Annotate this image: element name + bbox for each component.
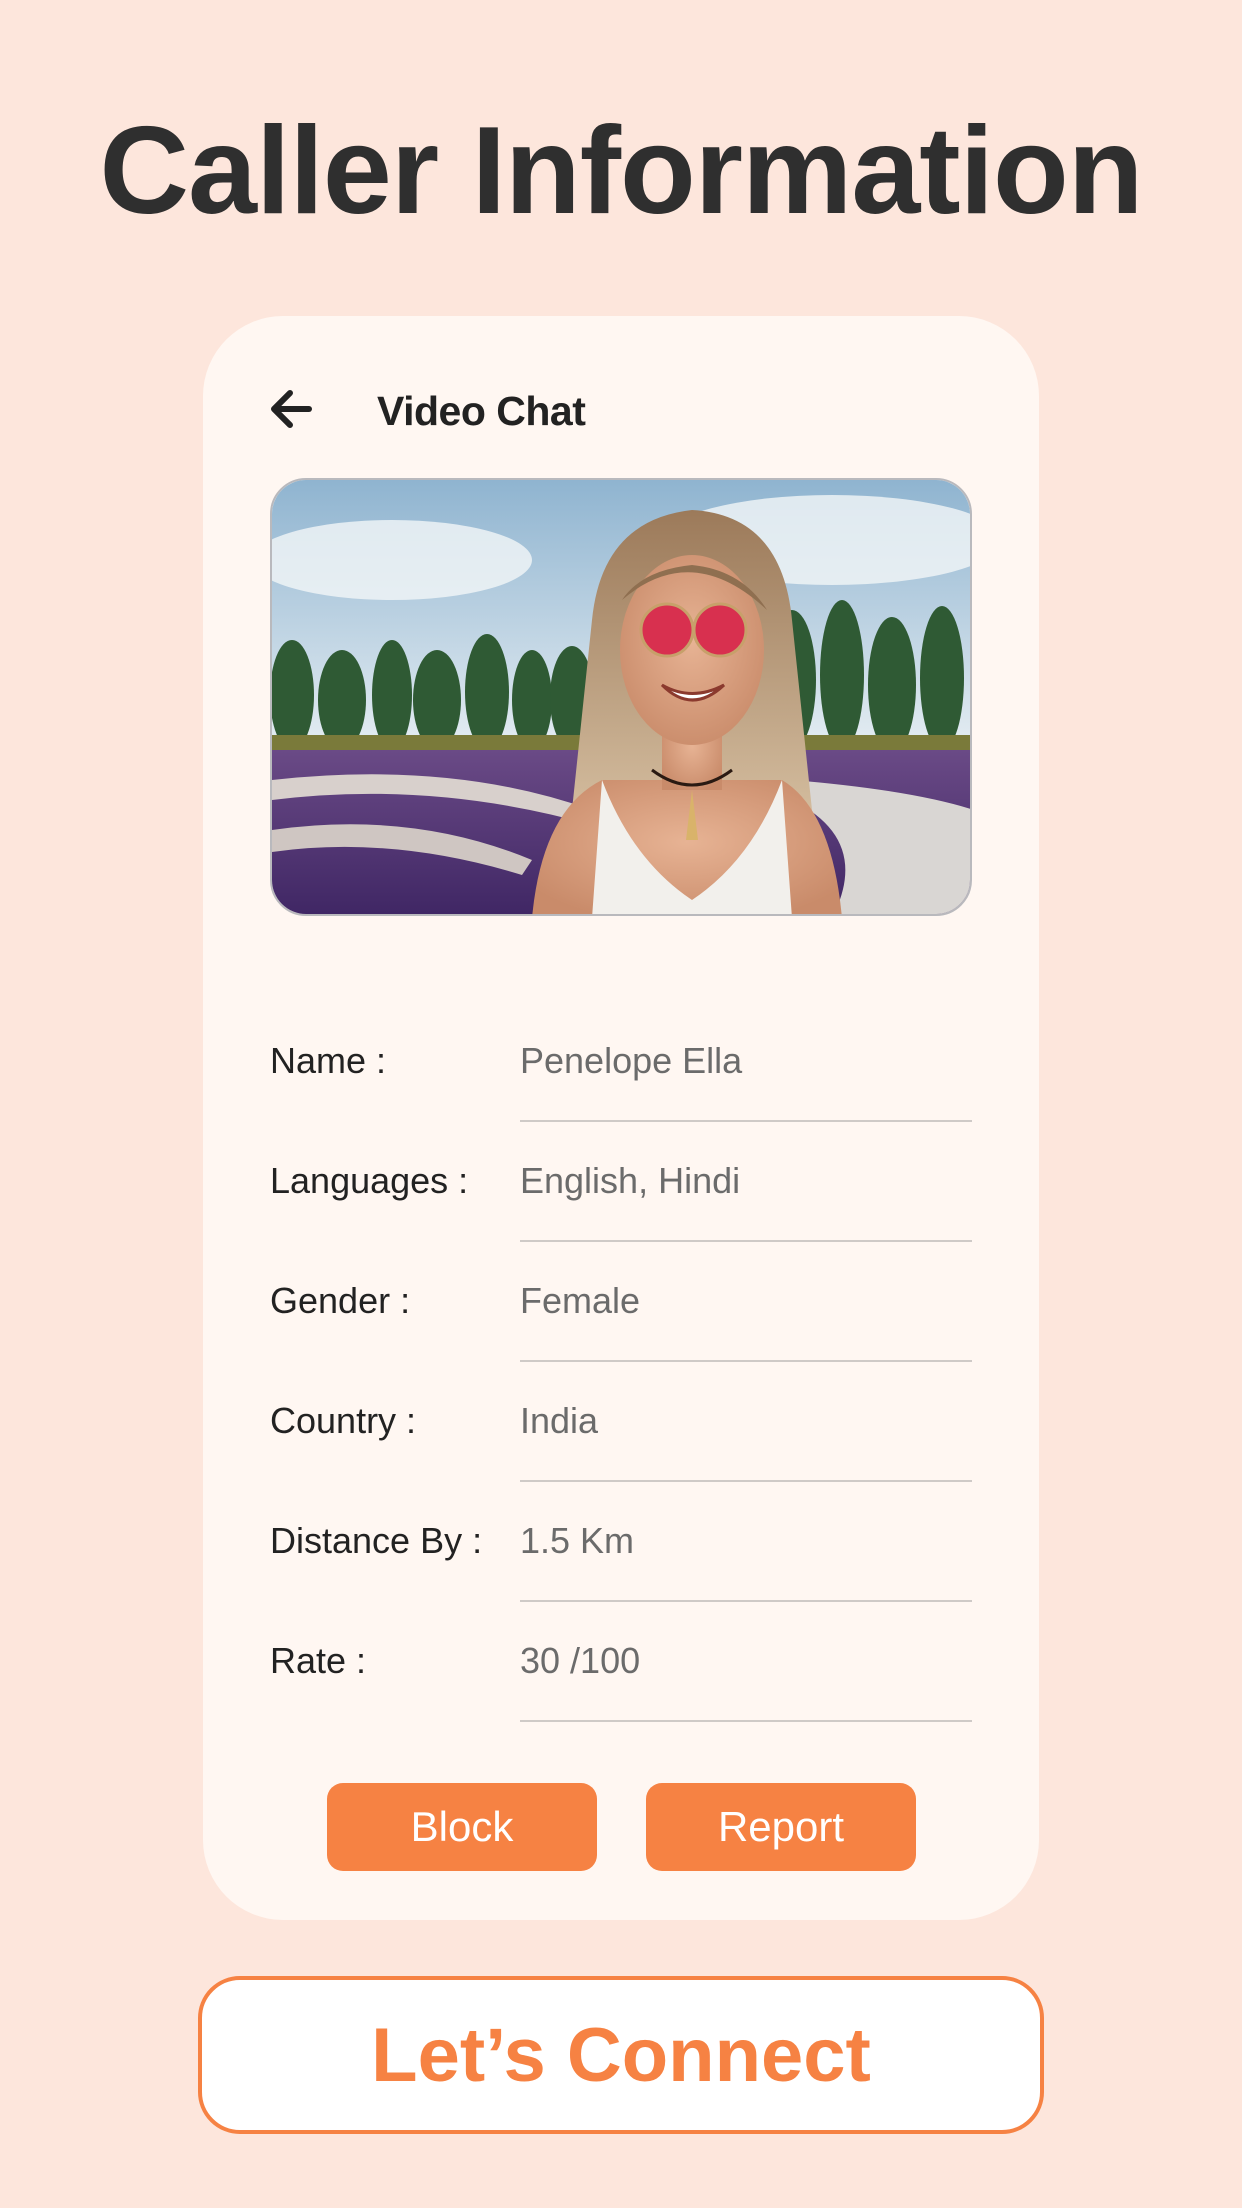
field-value: Female — [520, 1280, 641, 1321]
divider — [520, 1720, 972, 1722]
field-label: Distance By : — [270, 1520, 483, 1561]
divider — [520, 1240, 972, 1242]
page-title: Caller Information — [99, 102, 1143, 240]
back-button[interactable] — [263, 383, 319, 439]
caller-card: Video Chat Name: Penelope Ella Language… — [203, 316, 1039, 1920]
field-rate: Rate : 30 /100 — [270, 1616, 972, 1736]
divider — [520, 1480, 972, 1482]
lets-connect-button[interactable]: Let’s Connect — [198, 1976, 1044, 2134]
field-label: Country : — [270, 1400, 417, 1441]
divider — [520, 1120, 972, 1122]
divider — [520, 1360, 972, 1362]
field-label: Name : — [270, 1040, 387, 1081]
field-languages: Languages : English, Hindi — [270, 1136, 972, 1256]
field-label: Gender : — [270, 1280, 411, 1321]
field-label: Languages : — [270, 1160, 469, 1201]
card-header-title: Video Chat — [377, 387, 586, 434]
caller-details: Name : Penelope Ella Languages : English… — [270, 1016, 972, 1736]
caller-photo — [270, 478, 972, 916]
report-button[interactable]: Report — [646, 1783, 916, 1871]
field-value: Penelope Ella — [520, 1040, 743, 1081]
field-gender: Gender : Female — [270, 1256, 972, 1376]
block-button[interactable]: Block — [327, 1783, 597, 1871]
field-country: Country : India — [270, 1376, 972, 1496]
field-label: Rate : — [270, 1640, 367, 1681]
field-distance: Distance By : 1.5 Km — [270, 1496, 972, 1616]
arrow-left-icon — [269, 389, 313, 434]
field-name: Name : Penelope Ella — [270, 1016, 972, 1136]
field-value: India — [520, 1400, 599, 1441]
field-value: 1.5 Km — [520, 1520, 635, 1561]
field-value: English, Hindi — [520, 1160, 741, 1201]
divider — [520, 1600, 972, 1602]
field-value: 30 /100 — [520, 1640, 641, 1681]
card-header: Video Chat — [263, 366, 586, 456]
